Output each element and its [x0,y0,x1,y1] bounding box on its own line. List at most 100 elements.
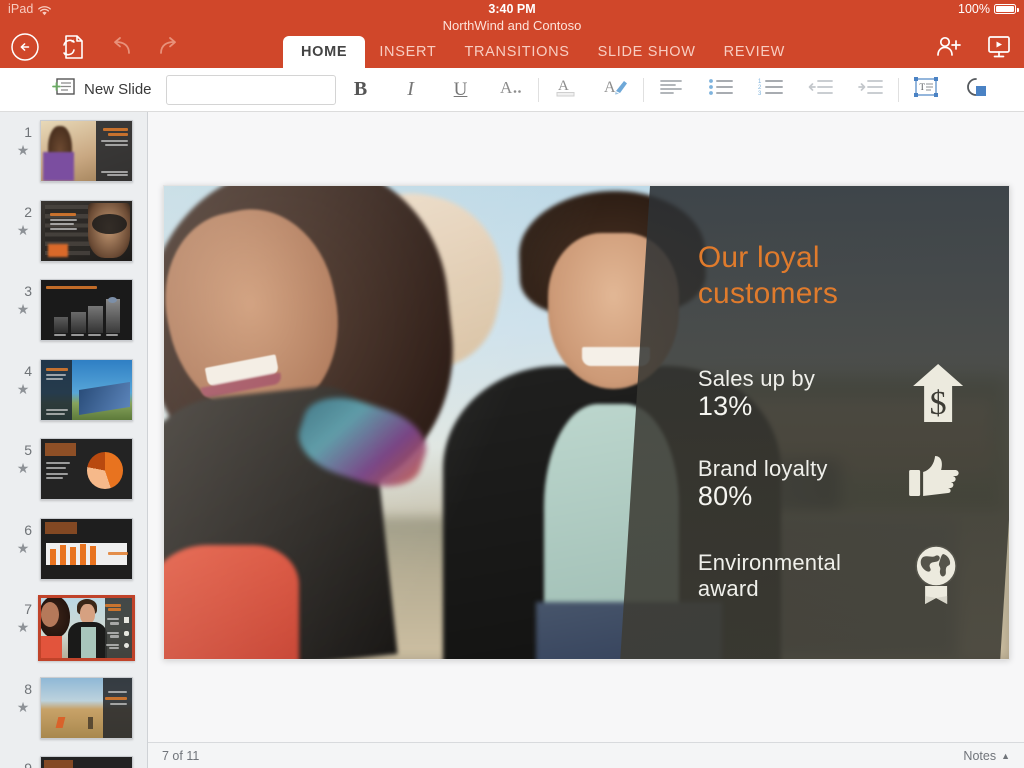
thumbnail-star-icon: ★ [14,301,32,318]
battery-full-icon [994,4,1016,14]
svg-text:A: A [500,78,513,97]
thumbnail-slide-5[interactable] [40,438,133,500]
shape-icon [962,75,990,104]
thumbnail-number: 7 [14,601,32,617]
current-slide[interactable]: Our loyal customers Sales up by 13% $ [163,185,1010,660]
thumbnail-slide-8[interactable] [40,677,133,739]
header-right-group [932,30,1016,64]
ribbon-divider-3 [898,78,899,102]
thumbnail-star-icon: ★ [14,222,32,239]
ribbon-divider [538,78,539,102]
numbered-list-button[interactable]: 1 2 3 [746,68,796,112]
decrease-indent-button[interactable] [796,68,846,112]
slide-canvas-area: Our loyal customers Sales up by 13% $ [148,112,1024,742]
thumbnail-star-icon: ★ [14,142,32,159]
share-add-person-icon[interactable] [932,30,966,64]
tab-transitions[interactable]: TRANSITIONS [450,36,583,68]
thumbnail-number: 1 [14,124,32,140]
font-format-icon: A [498,76,524,103]
font-name-input[interactable] [167,76,355,104]
thumbnail-star-icon: ★ [14,460,32,477]
text-box-button[interactable]: T [901,68,951,112]
tab-home[interactable]: HOME [283,36,365,68]
app-header: iPad 3:40 PM 100% NorthWind and Contoso [0,0,1024,68]
thumbnail-number: 6 [14,522,32,538]
increase-indent-button[interactable] [846,68,896,112]
slide-counter: 7 of 11 [162,749,199,763]
notes-label: Notes [963,749,996,763]
slide-thumbnail-panel[interactable]: 1 ★ 2 ★ [0,112,148,768]
tab-slide-show[interactable]: SLIDE SHOW [584,36,710,68]
redo-icon[interactable] [152,30,186,64]
svg-text:3: 3 [758,91,762,96]
italic-button[interactable]: I [386,68,436,112]
font-controls [166,75,336,105]
svg-text:A: A [558,78,569,94]
thumbnail-number: 4 [14,363,32,379]
formatting-ribbon: New Slide B I U A A A [0,68,1024,112]
status-bar-right: 100% [958,2,1016,16]
slide-status-bar: 7 of 11 Notes ▲ [148,742,1024,768]
present-slideshow-icon[interactable] [982,30,1016,64]
font-color-button[interactable]: A [541,68,591,112]
thumbnail-row: 1 ★ [0,120,147,192]
new-slide-icon [50,77,76,102]
thumbnail-row: 3 ★ [0,279,147,351]
ribbon-tabs: HOME INSERT TRANSITIONS SLIDE SHOW REVIE… [283,36,799,68]
highlight-button[interactable]: A [591,68,641,112]
slide-title-line-2: customers [698,276,838,311]
thumbnail-slide-6[interactable] [40,518,133,580]
font-color-icon: A [553,74,579,105]
status-bar-time: 3:40 PM [0,2,1024,16]
thumbnail-star-icon: ★ [14,619,32,636]
dollar-up-arrow-icon: $ [911,362,965,429]
align-button[interactable] [646,68,696,112]
battery-percent: 100% [958,2,990,16]
thumbnail-number: 9 [14,760,32,768]
thumbnail-star-icon: ★ [14,699,32,716]
thumbnail-number: 3 [14,283,32,299]
thumbnail-number: 8 [14,681,32,697]
underline-icon: U [454,79,468,101]
undo-icon[interactable] [104,30,138,64]
thumbnail-row: 6 ★ [0,518,147,590]
thumbnail-row: 2 ★ [0,200,147,272]
thumbnail-star-icon: ★ [14,381,32,398]
thumbs-up-icon [907,454,965,511]
header-nav-group [8,30,186,64]
notes-button[interactable]: Notes ▲ [963,749,1010,763]
tab-insert[interactable]: INSERT [365,36,450,68]
thumbnail-row: 8 ★ [0,677,147,749]
thumbnail-star-icon: ★ [14,540,32,557]
text-box-icon: T [912,75,940,104]
svg-text:A: A [604,79,616,96]
back-icon[interactable] [8,30,42,64]
thumbnail-row: 4 ★ [0,359,147,431]
font-format-button[interactable]: A [486,68,536,112]
stat-brand-loyalty: Brand loyalty 80% [698,456,995,512]
thumbnail-slide-7-selected[interactable] [38,595,135,661]
thumbnail-slide-9[interactable] [40,756,133,768]
numbered-list-icon: 1 2 3 [758,78,784,101]
new-slide-label: New Slide [84,81,152,98]
bulleted-list-icon [708,78,734,101]
thumbnail-row: 7 ★ [0,597,147,669]
align-left-icon [659,78,683,101]
tab-review[interactable]: REVIEW [710,36,799,68]
file-sync-icon[interactable] [56,30,90,64]
thumbnail-number: 5 [14,442,32,458]
bold-button[interactable]: B [336,68,386,112]
increase-indent-icon [858,78,884,101]
shape-button[interactable] [951,68,1001,112]
thumbnail-slide-2[interactable] [40,200,133,262]
thumbnail-slide-1[interactable] [40,120,133,182]
slide-title-line-1: Our loyal [698,240,838,275]
thumbnail-slide-3[interactable] [40,279,133,341]
svg-text:$: $ [929,385,946,422]
underline-button[interactable]: U [436,68,486,112]
bulleted-list-button[interactable] [696,68,746,112]
italic-icon: I [407,78,414,101]
slide-info-panel: Our loyal customers Sales up by 13% $ [620,186,1010,659]
new-slide-button[interactable]: New Slide [50,77,152,102]
thumbnail-slide-4[interactable] [40,359,133,421]
